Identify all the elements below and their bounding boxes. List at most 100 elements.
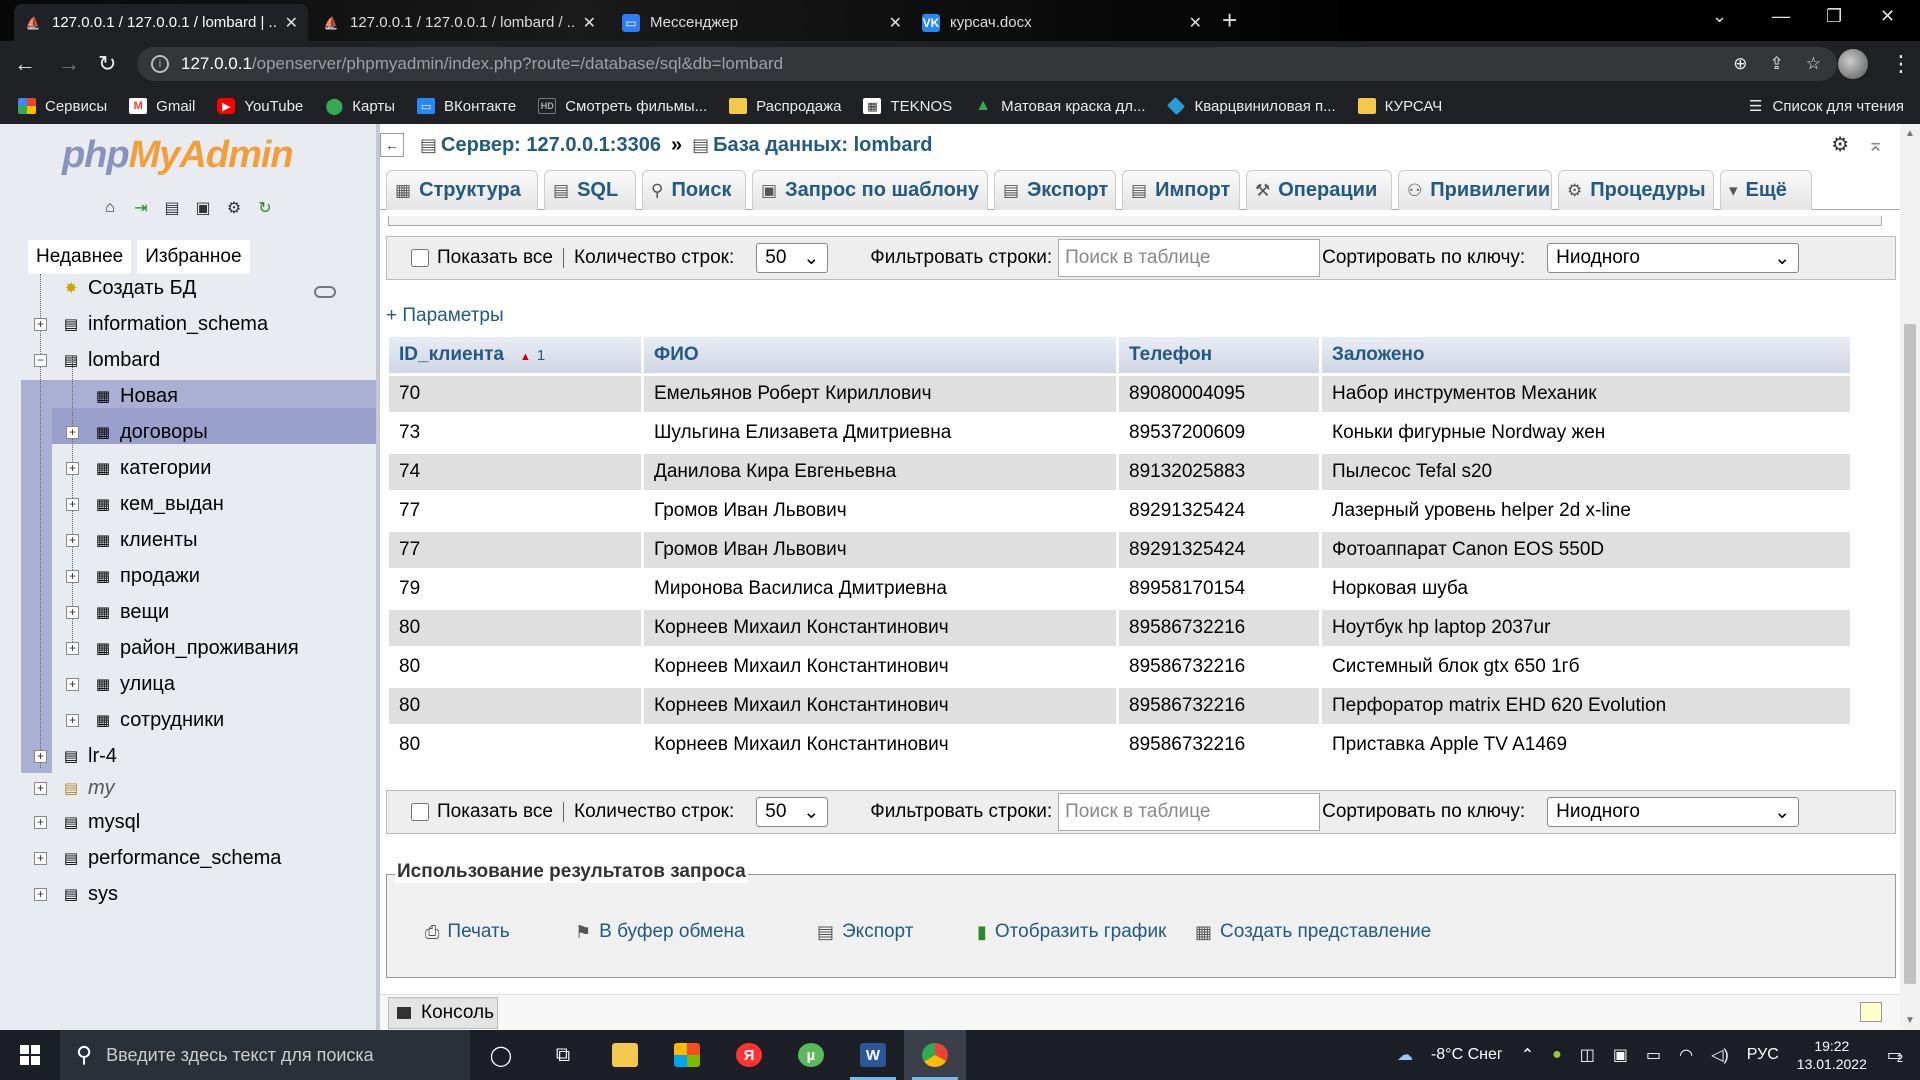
db-item-mysql[interactable]: + ▤ mysql <box>0 804 376 840</box>
table-cell[interactable]: Набор инструментов Механик <box>1322 376 1850 412</box>
expand-icon[interactable]: + <box>66 533 79 547</box>
browser-tab[interactable]: ⛵ 127.0.0.1 / 127.0.0.1 / lombard / ... … <box>312 4 606 41</box>
table-cell[interactable]: 77 <box>389 532 641 568</box>
expand-icon[interactable]: + <box>66 569 79 583</box>
table-item[interactable]: + ▦ продажи <box>0 558 376 594</box>
export-link[interactable]: ▤ Экспорт <box>817 921 913 943</box>
sort-key-select[interactable]: Ниодного ⌄ <box>1547 243 1800 273</box>
create-db-item[interactable]: ✸ Создать БД <box>0 270 376 306</box>
table-cell[interactable]: 79 <box>389 571 641 607</box>
bookmark-item[interactable]: КУРСАЧ <box>1357 98 1442 115</box>
db-item-my[interactable]: + ▤ my <box>0 770 376 806</box>
table-item[interactable]: + ▦ клиенты <box>0 522 376 558</box>
db-item-sys[interactable]: + ▤ sys <box>0 876 376 912</box>
scroll-down-icon[interactable]: ▼ <box>1905 1015 1915 1026</box>
utorrent-icon[interactable]: µ <box>780 1030 842 1080</box>
table-cell[interactable]: 80 <box>389 649 641 685</box>
tab-query[interactable]: ▣ Запрос по шаблону <box>752 170 988 210</box>
tab-more[interactable]: ▾ Ещё <box>1720 170 1812 210</box>
copy-to-clipboard-link[interactable]: ⚑ В буфер обмена <box>575 921 745 943</box>
table-cell[interactable]: Коньки фигурные Nordway жен <box>1322 415 1850 451</box>
bookmark-item[interactable]: HD Смотреть фильмы... <box>538 98 707 115</box>
table-row[interactable]: 80 Корнеев Михаил Константинович 895867322… <box>389 610 1850 646</box>
table-row[interactable]: 80 Корнеев Михаил Константинович 895867322… <box>389 727 1850 763</box>
restore-icon[interactable]: ❐ <box>1826 6 1842 27</box>
page-scrollbar[interactable]: ▲ ▼ <box>1900 124 1920 1030</box>
table-cell[interactable]: Корнеев Михаил Константинович <box>644 649 1116 685</box>
table-cell[interactable]: Данилова Кира Евгеньевна <box>644 454 1116 490</box>
table-cell[interactable]: 80 <box>389 610 641 646</box>
tab-search-icon[interactable]: ⌄ <box>1712 6 1727 27</box>
battery-icon[interactable]: ▭ <box>1646 1045 1661 1065</box>
ms-store-icon[interactable] <box>656 1030 718 1080</box>
tab-import[interactable]: ▤ Импорт <box>1122 170 1240 210</box>
close-window-icon[interactable]: ✕ <box>1880 6 1895 27</box>
table-cell[interactable]: 70 <box>389 376 641 412</box>
browser-tab[interactable]: ▭ Мессенджер ✕ <box>612 4 912 41</box>
scroll-thumb[interactable] <box>1904 324 1916 984</box>
collapse-nav-icon[interactable]: ← <box>380 133 404 157</box>
expand-icon[interactable]: + <box>34 851 47 865</box>
expand-icon[interactable]: + <box>34 781 47 795</box>
new-tab-plus-icon[interactable]: + <box>1222 7 1237 33</box>
expand-icon[interactable]: + <box>34 749 47 763</box>
show-all-checkbox[interactable] <box>411 249 429 267</box>
table-cell[interactable]: Шульгина Елизавета Дмитриевна <box>644 415 1116 451</box>
table-cell[interactable]: 80 <box>389 727 641 763</box>
filter-rows-input[interactable]: Поиск в таблице <box>1058 793 1321 831</box>
logout-icon[interactable]: ⇥ <box>129 196 153 220</box>
table-row[interactable]: 77 Громов Иван Львович 89291325424 Лазерный… <box>389 493 1850 529</box>
expand-icon[interactable]: + <box>66 677 79 691</box>
scroll-up-icon[interactable]: ▲ <box>1905 128 1915 139</box>
db-item-information-schema[interactable]: + ▤ information_schema <box>0 306 376 342</box>
reading-list[interactable]: ☰ Список для чтения <box>1749 88 1904 124</box>
browser-menu-icon[interactable]: ⋮ <box>1890 51 1912 77</box>
expand-icon[interactable]: + <box>66 461 79 475</box>
close-tab-icon[interactable]: ✕ <box>583 13 596 33</box>
back-arrow-icon[interactable]: ← <box>14 51 36 77</box>
task-view-icon[interactable]: ⧉ <box>532 1030 594 1080</box>
zoom-icon[interactable]: ⊕ <box>1733 54 1747 74</box>
tab-sql[interactable]: ▤ SQL <box>544 170 636 210</box>
table-cell[interactable]: Корнеев Михаил Константинович <box>644 610 1116 646</box>
db-item-lombard[interactable]: − ▤ lombard <box>0 342 376 378</box>
table-cell[interactable]: Норковая шуба <box>1322 571 1850 607</box>
weather-text[interactable]: -8°C Снег <box>1431 1046 1503 1064</box>
table-row[interactable]: 70 Емельянов Роберт Кириллович 89080004095… <box>389 376 1850 412</box>
table-cell[interactable]: Громов Иван Львович <box>644 493 1116 529</box>
input-language[interactable]: РУС <box>1747 1046 1779 1064</box>
minimize-icon[interactable]: — <box>1772 6 1790 27</box>
table-item[interactable]: + ▦ вещи <box>0 594 376 630</box>
table-cell[interactable]: Корнеев Михаил Константинович <box>644 688 1116 724</box>
expand-icon[interactable]: + <box>66 605 79 619</box>
expand-icon[interactable]: + <box>34 815 47 829</box>
browser-tab[interactable]: VK курсач.docx ✕ <box>912 4 1212 41</box>
table-cell[interactable]: Системный блок gtx 650 1гб <box>1322 649 1850 685</box>
bookmark-item[interactable]: ▲ Матовая краска дл... <box>974 97 1145 115</box>
table-cell[interactable]: 89537200609 <box>1119 415 1319 451</box>
collapse-top-icon[interactable]: ⌅ <box>1867 132 1884 157</box>
table-cell[interactable]: Лазерный уровень helper 2d x-line <box>1322 493 1850 529</box>
word-icon[interactable]: W <box>842 1030 904 1080</box>
row-count-select[interactable]: 50 ⌄ <box>756 243 829 273</box>
bookmark-item[interactable]: ▶ YouTube <box>217 98 303 115</box>
table-item[interactable]: + ▦ кем_выдан <box>0 486 376 522</box>
tab-structure[interactable]: ▦ Структура <box>386 170 538 210</box>
table-cell[interactable]: 89080004095 <box>1119 376 1319 412</box>
filter-rows-input[interactable]: Поиск в таблице <box>1058 239 1321 277</box>
table-cell[interactable]: Громов Иван Львович <box>644 532 1116 568</box>
table-cell[interactable]: 89586732216 <box>1119 649 1319 685</box>
file-explorer-icon[interactable] <box>594 1030 656 1080</box>
table-cell[interactable]: 89586732216 <box>1119 688 1319 724</box>
expand-icon[interactable]: + <box>34 887 47 901</box>
tab-search[interactable]: ⚲ Поиск <box>642 170 746 210</box>
new-table-item[interactable]: ▦ Новая <box>0 378 376 414</box>
table-row[interactable]: 80 Корнеев Михаил Константинович 895867322… <box>389 688 1850 724</box>
table-cell[interactable]: Ноутбук hp laptop 2037ur <box>1322 610 1850 646</box>
options-link[interactable]: + Параметры <box>386 305 504 327</box>
table-cell[interactable]: 89291325424 <box>1119 532 1319 568</box>
bookmark-item[interactable]: ⬤ Карты <box>325 98 395 116</box>
table-item[interactable]: + ▦ категории <box>0 450 376 486</box>
table-cell[interactable]: Приставка Apple TV A1469 <box>1322 727 1850 763</box>
console-toggle[interactable]: Консоль <box>388 997 498 1029</box>
